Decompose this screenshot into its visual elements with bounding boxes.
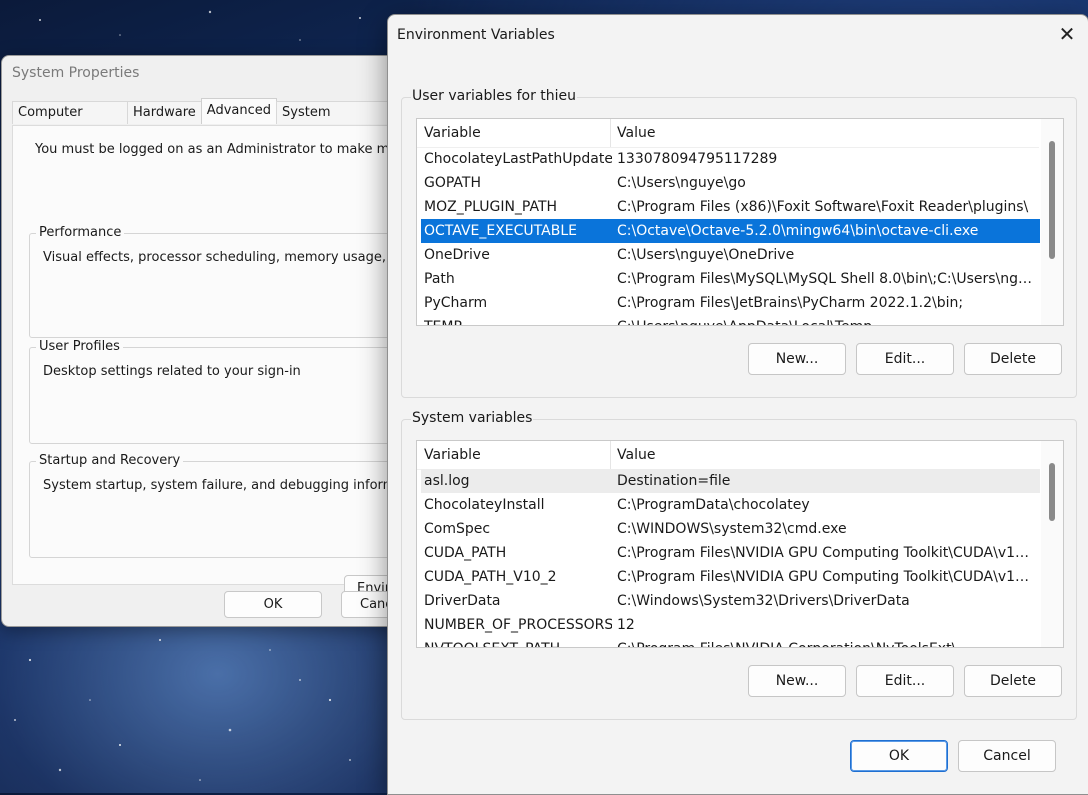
user-profiles-title: User Profiles [36,339,123,354]
system-variables-label: System variables [411,410,534,426]
tab-hardware[interactable]: Hardware [127,101,202,124]
variable-name: OCTAVE_EXECUTABLE [424,223,577,239]
user-variables-list[interactable]: Variable Value ChocolateyLastPathUpdate 1… [416,118,1064,326]
cancel-button[interactable]: Cancel [958,740,1056,772]
ok-button[interactable]: OK [850,740,948,772]
system-new-button[interactable]: New... [748,665,846,697]
environment-variables-dialog[interactable]: Environment Variables ✕ User variables f… [387,14,1088,795]
scroll-thumb[interactable] [1049,463,1055,521]
variable-value: C:\Users\nguye\go [617,175,746,191]
sysprops-ok-button[interactable]: OK [224,591,322,618]
variable-name: OneDrive [424,247,490,263]
table-row[interactable]: NUMBER_OF_PROCESSORS 12 [421,613,1040,637]
column-value-header[interactable]: Value [617,119,655,147]
table-row[interactable]: OneDrive C:\Users\nguye\OneDrive [421,243,1040,267]
variable-value: C:\Program Files\NVIDIA GPU Computing To… [617,545,1037,561]
variable-name: DriverData [424,593,501,609]
variable-value: C:\Program Files\MySQL\MySQL Shell 8.0\b… [617,271,1037,287]
startup-recovery-title: Startup and Recovery [36,453,184,468]
variable-value: C:\Octave\Octave-5.2.0\mingw64\bin\octav… [617,223,979,239]
column-value-header[interactable]: Value [617,441,655,469]
user-delete-button[interactable]: Delete [964,343,1062,375]
column-variable-header[interactable]: Variable [424,441,481,469]
system-properties-window[interactable]: System Properties Computer Name Hardware… [1,55,403,627]
variable-name: ChocolateyLastPathUpdate [424,151,612,167]
variable-value: C:\WINDOWS\system32\cmd.exe [617,521,847,537]
table-row[interactable]: GOPATH C:\Users\nguye\go [421,171,1040,195]
user-profiles-group: User Profiles Desktop settings related t… [29,339,402,444]
tab-system-protection[interactable]: System Protection [276,101,402,142]
variable-name: GOPATH [424,175,481,191]
table-row[interactable]: ChocolateyLastPathUpdate 1330780947951172… [421,147,1040,171]
window-title: System Properties [12,65,140,81]
user-variables-label: User variables for thieu [411,88,578,104]
table-row[interactable]: CUDA_PATH C:\Program Files\NVIDIA GPU Com… [421,541,1040,565]
startup-recovery-group: Startup and Recovery System startup, sys… [29,453,403,558]
variable-value: 12 [617,617,635,633]
variable-value: C:\ProgramData\chocolatey [617,497,810,513]
user-variables-section: User variables for thieu Variable Value … [401,88,1077,398]
user-list-scrollbar[interactable] [1041,119,1063,325]
admin-note: You must be logged on as an Administrato… [35,142,403,157]
column-separator[interactable] [610,441,611,469]
system-edit-button[interactable]: Edit... [856,665,954,697]
variable-value: C:\Program Files (x86)\Foxit Software\Fo… [617,199,1029,215]
startup-recovery-desc: System startup, system failure, and debu… [43,478,403,493]
tab-advanced[interactable]: Advanced [200,98,278,124]
table-row[interactable]: TEMP C:\Users\nguye\AppData\Local\Temp [421,315,1040,325]
system-variables-list[interactable]: Variable Value asl.log Destination=file Ch… [416,440,1064,648]
variable-value: C:\Windows\System32\Drivers\DriverData [617,593,910,609]
table-row[interactable]: PyCharm C:\Program Files\JetBrains\PyChar… [421,291,1040,315]
performance-desc: Visual effects, processor scheduling, me… [43,250,403,265]
user-variables-rows: ChocolateyLastPathUpdate 1330780947951172… [421,147,1040,325]
performance-group: Performance Visual effects, processor sc… [29,225,403,338]
variable-name: ChocolateyInstall [424,497,545,513]
table-row[interactable]: asl.log Destination=file [421,469,1040,493]
user-new-button[interactable]: New... [748,343,846,375]
table-row[interactable]: MOZ_PLUGIN_PATH C:\Program Files (x86)\Fo… [421,195,1040,219]
variable-name: asl.log [424,473,470,489]
tab-computer-name[interactable]: Computer Name [12,101,129,142]
table-row[interactable]: Path C:\Program Files\MySQL\MySQL Shell 8… [421,267,1040,291]
variable-value: C:\Users\nguye\OneDrive [617,247,795,263]
table-row[interactable]: CUDA_PATH_V10_2 C:\Program Files\NVIDIA G… [421,565,1040,589]
variable-name: MOZ_PLUGIN_PATH [424,199,558,215]
variable-name: CUDA_PATH [424,545,507,561]
scroll-thumb[interactable] [1049,141,1055,259]
system-list-scrollbar[interactable] [1041,441,1063,647]
variable-value: C:\Users\nguye\AppData\Local\Temp [617,315,1037,325]
table-row[interactable]: ComSpec C:\WINDOWS\system32\cmd.exe [421,517,1040,541]
variable-name: Path [424,271,455,287]
performance-title: Performance [36,225,125,240]
variable-name: CUDA_PATH_V10_2 [424,569,557,585]
variable-name: TEMP [424,315,612,325]
system-variables-section: System variables Variable Value asl.log D… [401,410,1077,720]
advanced-tab-panel: You must be logged on as an Administrato… [12,125,403,603]
variable-value: 133078094795117289 [617,151,778,167]
column-separator[interactable] [610,119,611,147]
variable-value: Destination=file [617,473,731,489]
user-edit-button[interactable]: Edit... [856,343,954,375]
close-icon[interactable]: ✕ [1056,23,1078,45]
variable-value: C:\Program Files\NVIDIA Corporation\NvTo… [617,637,1037,647]
table-row[interactable]: NVTOOLSEXT_PATH C:\Program Files\NVIDIA C… [421,637,1040,647]
variable-name: NUMBER_OF_PROCESSORS [424,617,612,633]
system-variables-rows: asl.log Destination=file ChocolateyInstall… [421,469,1040,647]
variable-value: C:\Program Files\JetBrains\PyCharm 2022.… [617,295,964,311]
list-header: Variable Value [417,441,1039,470]
user-profiles-desc: Desktop settings related to your sign-in [43,364,301,379]
table-row[interactable]: ChocolateyInstall C:\ProgramData\chocolat… [421,493,1040,517]
column-variable-header[interactable]: Variable [424,119,481,147]
variable-value: C:\Program Files\NVIDIA GPU Computing To… [617,569,1037,585]
tab-bar: Computer Name Hardware Advanced System P… [12,98,402,142]
variable-name: PyCharm [424,295,488,311]
variable-name: ComSpec [424,521,491,537]
system-delete-button[interactable]: Delete [964,665,1062,697]
dialog-title: Environment Variables [397,27,555,43]
list-header: Variable Value [417,119,1039,148]
table-row[interactable]: DriverData C:\Windows\System32\Drivers\Dr… [421,589,1040,613]
variable-name: NVTOOLSEXT_PATH [424,637,612,647]
table-row[interactable]: OCTAVE_EXECUTABLE C:\Octave\Octave-5.2.0\… [421,219,1040,243]
